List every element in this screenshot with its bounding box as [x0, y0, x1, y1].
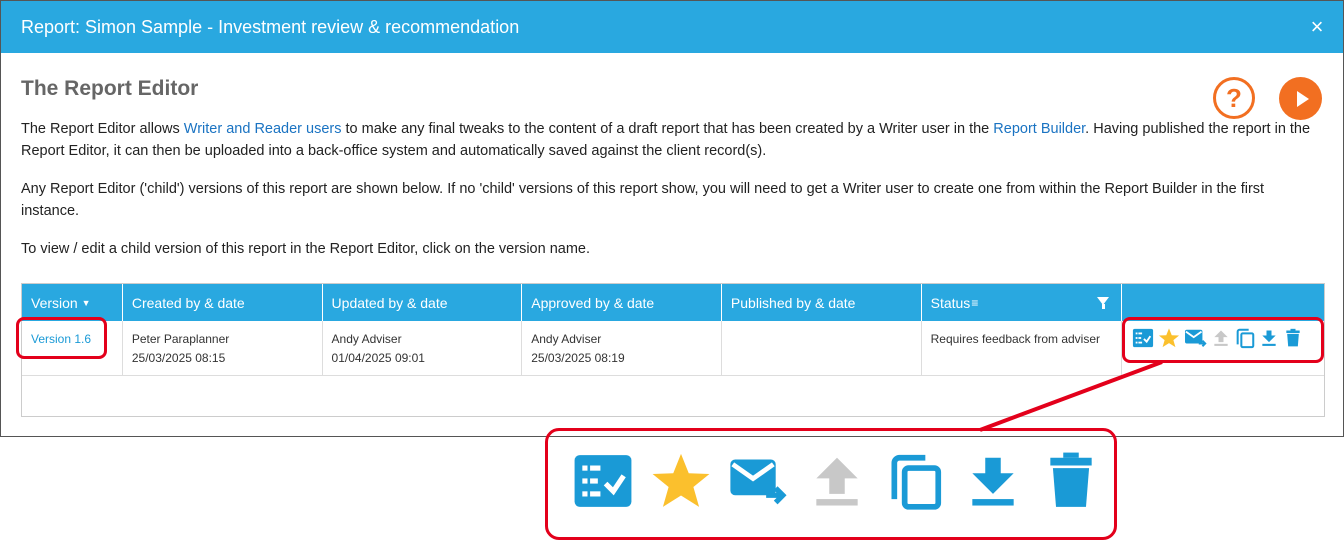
checklist-icon [574, 455, 632, 507]
created-cell: Peter Paraplanner 25/03/2025 08:15 [123, 321, 323, 375]
copy-icon[interactable] [1234, 327, 1256, 349]
child-versions-paragraph: Any Report Editor ('child') versions of … [21, 181, 1265, 219]
star-icon [652, 453, 710, 507]
intro-paragraph: The Report Editor allows Writer and Read… [21, 121, 1311, 159]
column-header-created[interactable]: Created by & date [123, 284, 323, 321]
published-cell [722, 321, 922, 375]
page-title: The Report Editor [21, 77, 199, 100]
play-video-button[interactable] [1279, 77, 1322, 120]
column-header-updated[interactable]: Updated by & date [323, 284, 523, 321]
upload-icon [1214, 330, 1228, 346]
star-icon[interactable] [1158, 327, 1180, 349]
report-builder-link[interactable]: Report Builder [993, 121, 1085, 137]
email-forward-icon[interactable] [1184, 327, 1208, 349]
column-header-actions [1122, 284, 1324, 321]
row-actions [1132, 327, 1303, 349]
download-icon [972, 457, 1014, 506]
close-icon[interactable]: × [1307, 16, 1327, 38]
dialog-titlebar: Report: Simon Sample - Investment review… [1, 1, 1343, 53]
help-icon[interactable]: ? [1213, 77, 1255, 119]
play-icon [1296, 90, 1309, 107]
checklist-icon[interactable] [1132, 327, 1154, 349]
report-dialog: Report: Simon Sample - Investment review… [0, 0, 1344, 437]
delete-icon [1050, 452, 1092, 507]
upload-icon [816, 457, 858, 506]
dialog-title: Report: Simon Sample - Investment review… [21, 16, 520, 37]
table-header: Version ▼ Created by & date Updated by &… [22, 284, 1324, 321]
writer-reader-link[interactable]: Writer and Reader users [184, 121, 342, 137]
delete-icon[interactable] [1283, 327, 1303, 349]
approved-cell: Andy Adviser 25/03/2025 08:19 [522, 321, 722, 375]
copy-icon [891, 454, 942, 510]
zoomed-actions [572, 450, 1102, 512]
email-forward-icon [730, 459, 787, 505]
version-highlight [16, 317, 107, 359]
status-cell: Requires feedback from adviser [922, 321, 1123, 375]
download-icon[interactable] [1259, 327, 1279, 349]
updated-cell: Andy Adviser 01/04/2025 09:01 [323, 321, 523, 375]
column-header-published[interactable]: Published by & date [722, 284, 922, 321]
instruction-paragraph: To view / edit a child version of this r… [21, 241, 590, 257]
column-header-approved[interactable]: Approved by & date [522, 284, 722, 321]
column-header-version[interactable]: Version ▼ [22, 284, 123, 321]
column-header-status[interactable]: Status ≡ [922, 284, 1123, 321]
filter-icon[interactable] [1097, 297, 1110, 309]
